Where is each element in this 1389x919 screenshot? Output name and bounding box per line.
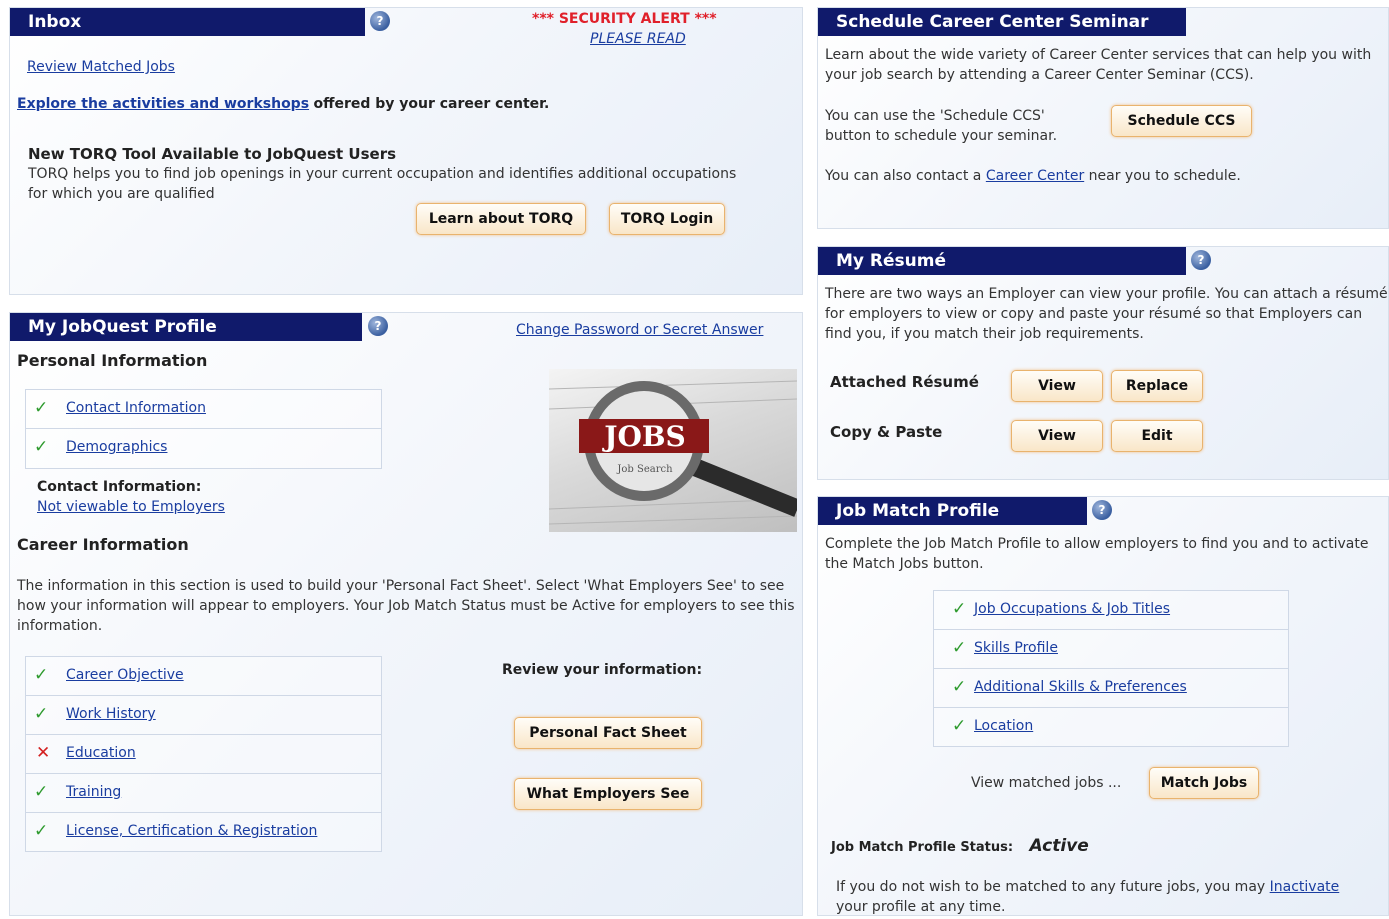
view-matched-text: View matched jobs ... [971, 775, 1122, 791]
inactivate-pre: If you do not wish to be matched to any … [836, 879, 1266, 895]
checklist-row: ✓ Job Occupations & Job Titles [934, 591, 1288, 630]
inbox-title: Inbox [10, 8, 365, 36]
check-icon: ✓ [34, 398, 49, 418]
replace-button[interactable]: Replace [1111, 370, 1203, 402]
review-matched-jobs-link[interactable]: Review Matched Jobs [27, 59, 175, 75]
seminar-schedule-text: You can use the 'Schedule CCS' button to… [825, 108, 1058, 144]
attached-view-button[interactable]: View [1011, 370, 1103, 402]
torq-login-button[interactable]: TORQ Login [609, 203, 725, 235]
jobs-magnifier-image: JOBS Job Search [549, 369, 797, 532]
status-line: Job Match Profile Status: Active [831, 836, 1089, 856]
jobmatch-panel: Job Match Profile ? Complete the Job Mat… [817, 496, 1389, 916]
checklist-row: ✓ Career Objective [26, 657, 381, 696]
checklist-row: ✓ Training [26, 774, 381, 813]
check-icon: ✓ [34, 704, 49, 724]
checklist-row: ✓ Additional Skills & Preferences [934, 669, 1288, 708]
checklist-row: ✓ License, Certification & Registration [26, 813, 381, 852]
check-icon: ✓ [34, 437, 49, 457]
contact-information-link[interactable]: Contact Information [66, 400, 206, 416]
career-objective-link[interactable]: Career Objective [66, 667, 184, 683]
career-checklist: ✓ Career Objective ✓ Work History ✕ Educ… [25, 656, 382, 852]
help-icon[interactable]: ? [1092, 500, 1112, 520]
career-info-heading: Career Information [17, 535, 189, 554]
checklist-row: ✕ Education [26, 735, 381, 774]
match-jobs-button[interactable]: Match Jobs [1149, 767, 1259, 799]
checklist-row: ✓ Contact Information [26, 390, 381, 429]
explore-line: Explore the activities and workshops off… [17, 96, 549, 112]
inbox-panel: Inbox ? *** SECURITY ALERT *** PLEASE RE… [9, 7, 803, 295]
status-value: Active [1029, 836, 1089, 856]
seminar-contact-post: near you to schedule. [1088, 168, 1241, 184]
personal-fact-sheet-button[interactable]: Personal Fact Sheet [514, 717, 702, 749]
torq-text: TORQ helps you to find job openings in y… [28, 166, 737, 202]
learn-about-torq-button[interactable]: Learn about TORQ [416, 203, 586, 235]
resume-panel: My Résumé ? There are two ways an Employ… [817, 246, 1389, 480]
checklist-row: ✓ Location [934, 708, 1288, 747]
check-icon: ✓ [952, 599, 967, 619]
checklist-row: ✓ Skills Profile [934, 630, 1288, 669]
check-icon: ✓ [34, 821, 49, 841]
jobmatch-checklist: ✓ Job Occupations & Job Titles ✓ Skills … [933, 590, 1289, 747]
location-link[interactable]: Location [974, 718, 1033, 734]
review-info-heading: Review your information: [502, 662, 703, 678]
seminar-title: Schedule Career Center Seminar [818, 8, 1186, 36]
education-link[interactable]: Education [66, 745, 136, 761]
cross-icon: ✕ [36, 743, 51, 763]
work-history-link[interactable]: Work History [66, 706, 156, 722]
what-employers-see-button[interactable]: What Employers See [514, 778, 702, 810]
security-alert: *** SECURITY ALERT *** [532, 11, 717, 27]
personal-info-heading: Personal Information [17, 351, 208, 370]
additional-skills-link[interactable]: Additional Skills & Preferences [974, 679, 1187, 695]
seminar-intro: Learn about the wide variety of Career C… [825, 47, 1372, 83]
image-sub-text: Job Search [616, 464, 673, 475]
help-icon[interactable]: ? [370, 11, 390, 31]
seminar-contact-pre: You can also contact a [825, 168, 982, 184]
seminar-panel: Schedule Career Center Seminar Learn abo… [817, 7, 1389, 229]
contact-info-label: Contact Information: [37, 479, 202, 495]
change-password-link[interactable]: Change Password or Secret Answer [516, 322, 763, 338]
explore-text: offered by your career center. [313, 96, 550, 112]
help-icon[interactable]: ? [1191, 250, 1211, 270]
schedule-ccs-button[interactable]: Schedule CCS [1111, 105, 1252, 137]
demographics-link[interactable]: Demographics [66, 439, 167, 455]
checklist-row: ✓ Demographics [26, 429, 381, 468]
not-viewable-link[interactable]: Not viewable to Employers [37, 499, 225, 515]
check-icon: ✓ [952, 677, 967, 697]
torq-heading: New TORQ Tool Available to JobQuest User… [28, 145, 397, 163]
magnifier-svg: JOBS Job Search [549, 380, 797, 525]
check-icon: ✓ [34, 665, 49, 685]
job-occupations-link[interactable]: Job Occupations & Job Titles [974, 601, 1170, 617]
copy-view-button[interactable]: View [1011, 420, 1103, 452]
inactivate-text: If you do not wish to be matched to any … [836, 877, 1356, 915]
explore-activities-link[interactable]: Explore the activities and workshops [17, 96, 309, 112]
please-read-link[interactable]: PLEASE READ [590, 31, 686, 47]
profile-title: My JobQuest Profile [10, 313, 362, 341]
resume-text: There are two ways an Employer can view … [825, 286, 1388, 342]
check-icon: ✓ [952, 716, 967, 736]
personal-checklist: ✓ Contact Information ✓ Demographics [25, 389, 382, 469]
checklist-row: ✓ Work History [26, 696, 381, 735]
jobmatch-text: Complete the Job Match Profile to allow … [825, 536, 1369, 572]
seminar-contact-line: You can also contact a Career Center nea… [825, 166, 1241, 186]
profile-panel: My JobQuest Profile ? Change Password or… [9, 312, 803, 916]
check-icon: ✓ [34, 782, 49, 802]
training-link[interactable]: Training [66, 784, 121, 800]
career-center-link[interactable]: Career Center [986, 168, 1084, 184]
copy-paste-label: Copy & Paste [830, 423, 943, 441]
license-link[interactable]: License, Certification & Registration [66, 823, 317, 839]
skills-profile-link[interactable]: Skills Profile [974, 640, 1058, 656]
status-label: Job Match Profile Status: [831, 840, 1014, 855]
jobmatch-title: Job Match Profile [818, 497, 1087, 525]
image-jobs-text: JOBS [601, 420, 686, 453]
check-icon: ✓ [952, 638, 967, 658]
resume-title: My Résumé [818, 247, 1186, 275]
career-info-text: The information in this section is used … [17, 578, 795, 634]
inactivate-link[interactable]: Inactivate [1270, 879, 1340, 895]
help-icon[interactable]: ? [368, 316, 388, 336]
inactivate-post: your profile at any time. [836, 899, 1006, 915]
attached-resume-label: Attached Résumé [830, 373, 979, 391]
edit-button[interactable]: Edit [1111, 420, 1203, 452]
